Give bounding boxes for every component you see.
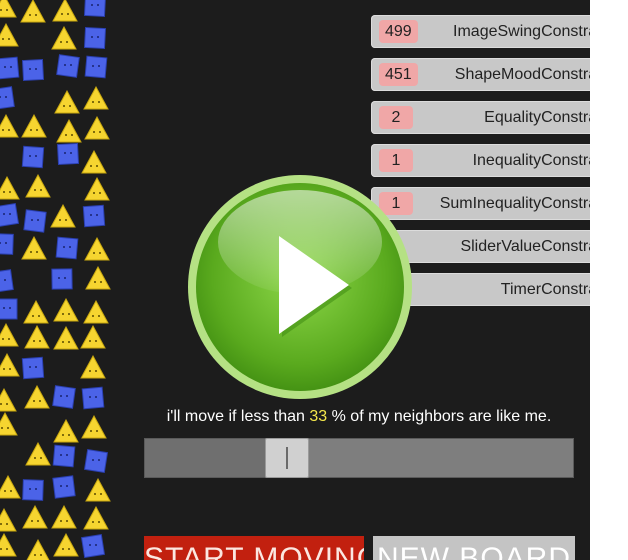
triangle-shape-icon xyxy=(25,539,50,560)
triangle-shape-icon xyxy=(84,177,110,201)
constraint-name: ImageSwingConstraint xyxy=(453,23,590,40)
constraint-count-badge: 499 xyxy=(379,20,418,43)
square-shape-icon xyxy=(84,449,108,473)
threshold-value: 33 xyxy=(309,408,328,425)
triangle-shape-icon xyxy=(0,176,20,200)
triangle-shape-icon xyxy=(81,150,107,174)
triangle-shape-icon xyxy=(20,0,46,23)
square-shape-icon xyxy=(56,142,80,166)
threshold-prefix: i'll move if less than xyxy=(166,408,305,425)
square-shape-icon xyxy=(83,0,107,18)
triangle-shape-icon xyxy=(80,355,106,379)
square-shape-icon xyxy=(84,55,108,79)
square-shape-icon xyxy=(52,444,76,468)
triangle-shape-icon xyxy=(80,325,106,349)
triangle-shape-icon xyxy=(24,325,50,349)
square-shape-icon xyxy=(82,204,106,228)
constraint-count-badge: 451 xyxy=(379,63,418,86)
triangle-shape-icon xyxy=(84,116,110,140)
square-shape-icon xyxy=(83,26,107,50)
square-shape-icon xyxy=(81,534,105,558)
square-shape-icon xyxy=(0,297,18,320)
triangle-shape-icon xyxy=(0,412,18,436)
square-shape-icon xyxy=(50,267,73,290)
threshold-suffix: % of my neighbors are like me. xyxy=(331,408,552,425)
play-button[interactable] xyxy=(187,174,413,400)
constraint-name: SumInequalityConstraint xyxy=(439,195,590,212)
square-shape-icon xyxy=(0,203,19,227)
square-shape-icon xyxy=(52,385,76,409)
triangle-shape-icon xyxy=(0,23,19,47)
constraint-count-badge: 2 xyxy=(379,106,413,129)
triangle-shape-icon xyxy=(21,114,47,138)
triangle-shape-icon xyxy=(0,114,19,138)
constraint-item: 499 ImageSwingConstraint xyxy=(371,15,590,48)
constraint-name: InequalityConstraint xyxy=(472,152,590,169)
triangle-shape-icon xyxy=(53,419,79,443)
triangle-shape-icon xyxy=(53,533,79,557)
constraint-name: TimerConstraint xyxy=(500,281,590,298)
triangle-shape-icon xyxy=(25,174,51,198)
triangle-shape-icon xyxy=(83,300,109,324)
triangle-shape-icon xyxy=(84,237,110,261)
square-shape-icon xyxy=(21,478,44,501)
triangle-shape-icon xyxy=(56,119,82,143)
triangle-shape-icon xyxy=(25,442,51,466)
square-shape-icon xyxy=(0,56,20,80)
triangle-shape-icon xyxy=(0,475,21,499)
constraint-item: 451 ShapeMoodConstraint xyxy=(371,58,590,91)
slider-handle[interactable] xyxy=(265,438,309,478)
square-shape-icon xyxy=(0,232,14,255)
constraint-item: 2 EqualityConstraint xyxy=(371,101,590,134)
square-shape-icon xyxy=(56,54,80,78)
constraint-item: 1 InequalityConstraint xyxy=(371,144,590,177)
triangle-shape-icon xyxy=(0,388,17,412)
square-shape-icon xyxy=(21,58,45,82)
triangle-shape-icon xyxy=(50,204,76,228)
triangle-shape-icon xyxy=(83,86,109,110)
square-shape-icon xyxy=(52,475,76,499)
population-board xyxy=(0,0,120,560)
new-board-button[interactable]: NEW BOARD xyxy=(373,536,575,560)
simulation-stage: 499 ImageSwingConstraint 451 ShapeMoodConst… xyxy=(0,0,590,560)
triangle-shape-icon xyxy=(0,533,17,557)
triangle-shape-icon xyxy=(51,26,77,50)
triangle-shape-icon xyxy=(81,415,107,439)
threshold-sentence: i'll move if less than 33 % of my neighb… xyxy=(144,408,574,426)
constraint-count-badge: 1 xyxy=(379,149,413,172)
triangle-shape-icon xyxy=(53,298,79,322)
triangle-shape-icon xyxy=(54,90,80,114)
slider-fill xyxy=(145,439,265,477)
constraint-name: EqualityConstraint xyxy=(484,109,590,126)
square-shape-icon xyxy=(0,269,14,293)
triangle-shape-icon xyxy=(22,505,48,529)
triangle-shape-icon xyxy=(83,506,109,530)
start-moving-button[interactable]: START MOVING xyxy=(144,536,364,560)
triangle-shape-icon xyxy=(52,0,78,22)
square-shape-icon xyxy=(81,386,105,410)
play-icon xyxy=(188,175,412,399)
triangle-shape-icon xyxy=(0,353,20,377)
triangle-shape-icon xyxy=(85,266,111,290)
triangle-shape-icon xyxy=(0,508,17,532)
triangle-shape-icon xyxy=(53,326,79,350)
threshold-slider[interactable] xyxy=(144,438,574,478)
triangle-shape-icon xyxy=(0,323,19,347)
triangle-shape-icon xyxy=(85,478,111,502)
triangle-shape-icon xyxy=(51,505,77,529)
square-shape-icon xyxy=(21,356,45,380)
triangle-shape-icon xyxy=(0,0,17,18)
square-shape-icon xyxy=(55,236,79,260)
constraint-name: SliderValueConstraint xyxy=(460,238,590,255)
triangle-shape-icon xyxy=(23,300,49,324)
square-shape-icon xyxy=(21,145,45,169)
triangle-shape-icon xyxy=(24,385,50,409)
triangle-shape-icon xyxy=(21,236,47,260)
square-shape-icon xyxy=(23,209,47,233)
square-shape-icon xyxy=(0,86,15,110)
constraint-name: ShapeMoodConstraint xyxy=(454,66,590,83)
